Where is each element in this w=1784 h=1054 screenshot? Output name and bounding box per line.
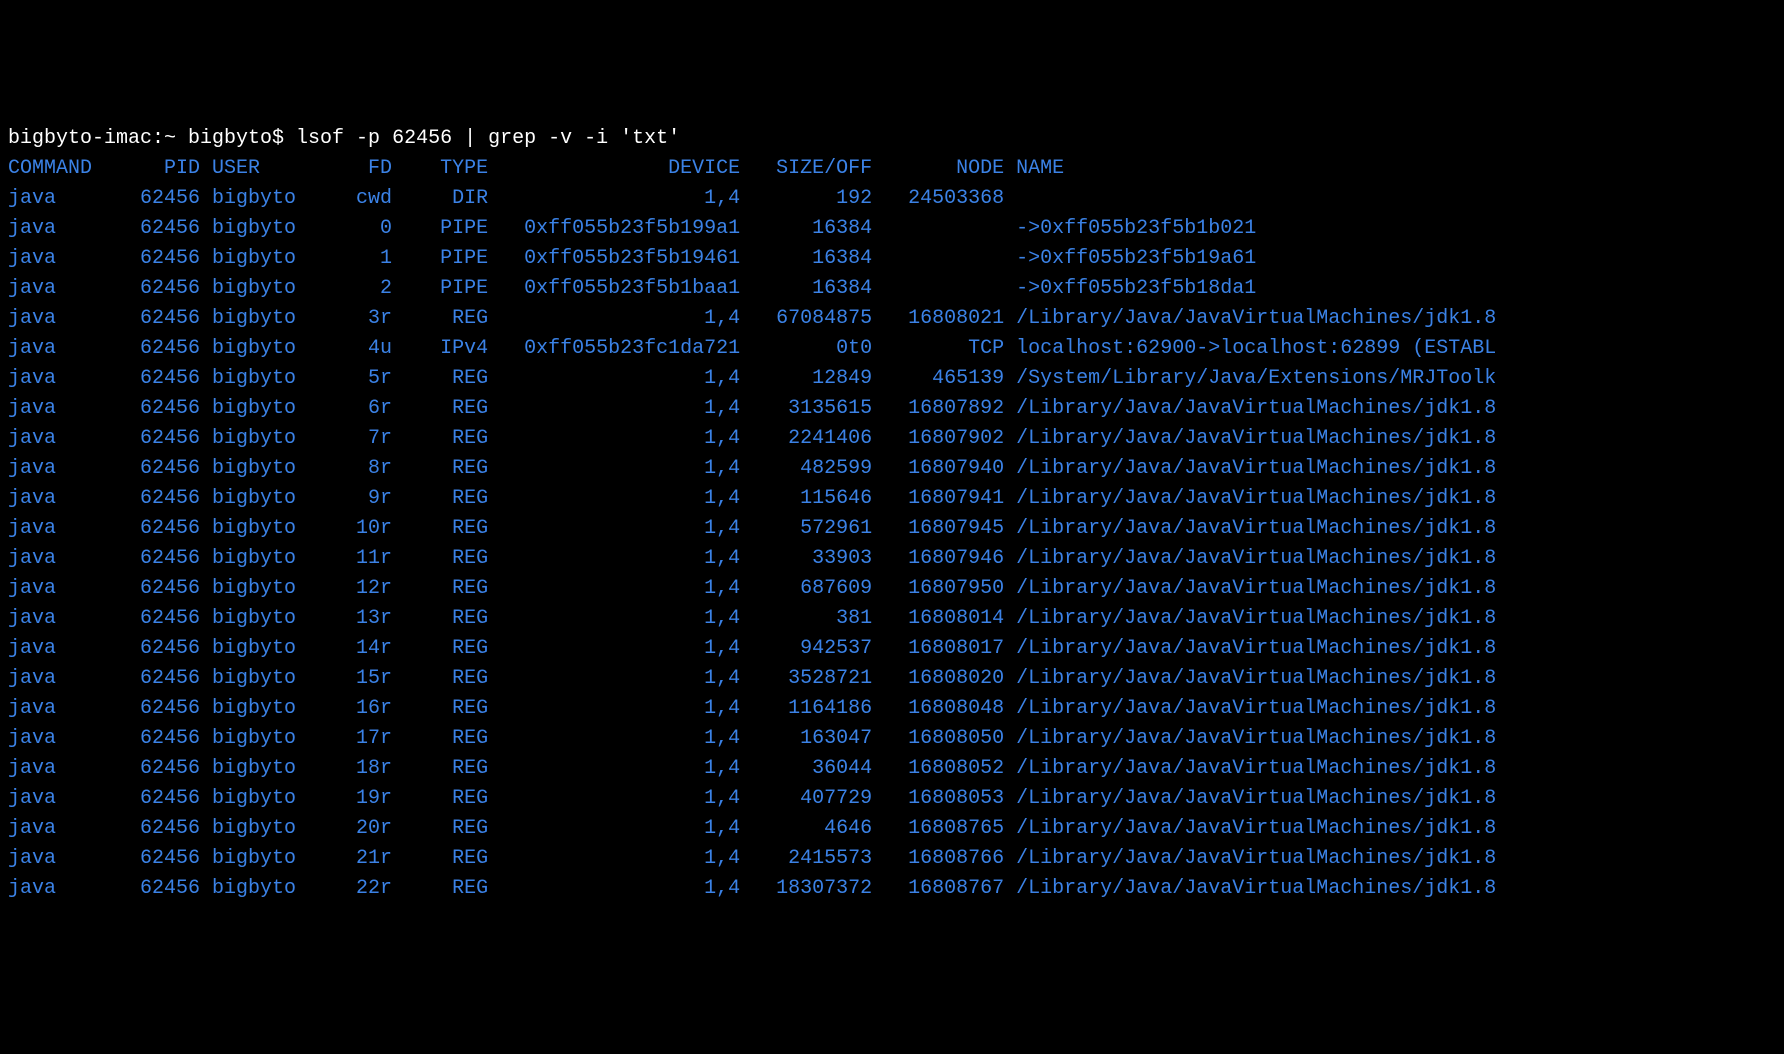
lsof-row: java 62456 bigbyto 18r REG 1,4 36044 168… <box>8 754 1776 784</box>
lsof-row: java 62456 bigbyto 11r REG 1,4 33903 168… <box>8 544 1776 574</box>
lsof-row: java 62456 bigbyto 12r REG 1,4 687609 16… <box>8 574 1776 604</box>
lsof-row: java 62456 bigbyto 7r REG 1,4 2241406 16… <box>8 424 1776 454</box>
shell-prompt[interactable]: bigbyto-imac:~ bigbyto$ lsof -p 62456 | … <box>8 124 1776 154</box>
lsof-row: java 62456 bigbyto 13r REG 1,4 381 16808… <box>8 604 1776 634</box>
lsof-row: java 62456 bigbyto cwd DIR 1,4 192 24503… <box>8 184 1776 214</box>
lsof-row: java 62456 bigbyto 16r REG 1,4 1164186 1… <box>8 694 1776 724</box>
lsof-row: java 62456 bigbyto 1 PIPE 0xff055b23f5b1… <box>8 244 1776 274</box>
lsof-row: java 62456 bigbyto 17r REG 1,4 163047 16… <box>8 724 1776 754</box>
terminal-window[interactable]: bigbyto-imac:~ bigbyto$ lsof -p 62456 | … <box>8 124 1776 904</box>
lsof-row: java 62456 bigbyto 2 PIPE 0xff055b23f5b1… <box>8 274 1776 304</box>
lsof-row: java 62456 bigbyto 14r REG 1,4 942537 16… <box>8 634 1776 664</box>
lsof-row: java 62456 bigbyto 5r REG 1,4 12849 4651… <box>8 364 1776 394</box>
lsof-row: java 62456 bigbyto 22r REG 1,4 18307372 … <box>8 874 1776 904</box>
lsof-row: java 62456 bigbyto 3r REG 1,4 67084875 1… <box>8 304 1776 334</box>
lsof-row: java 62456 bigbyto 21r REG 1,4 2415573 1… <box>8 844 1776 874</box>
lsof-row: java 62456 bigbyto 20r REG 1,4 4646 1680… <box>8 814 1776 844</box>
lsof-row: java 62456 bigbyto 15r REG 1,4 3528721 1… <box>8 664 1776 694</box>
lsof-row: java 62456 bigbyto 4u IPv4 0xff055b23fc1… <box>8 334 1776 364</box>
lsof-row: java 62456 bigbyto 19r REG 1,4 407729 16… <box>8 784 1776 814</box>
lsof-row: java 62456 bigbyto 6r REG 1,4 3135615 16… <box>8 394 1776 424</box>
lsof-row: java 62456 bigbyto 9r REG 1,4 115646 168… <box>8 484 1776 514</box>
lsof-header: COMMAND PID USER FD TYPE DEVICE SIZE/OFF… <box>8 154 1776 184</box>
lsof-row: java 62456 bigbyto 8r REG 1,4 482599 168… <box>8 454 1776 484</box>
lsof-row: java 62456 bigbyto 10r REG 1,4 572961 16… <box>8 514 1776 544</box>
lsof-row: java 62456 bigbyto 0 PIPE 0xff055b23f5b1… <box>8 214 1776 244</box>
